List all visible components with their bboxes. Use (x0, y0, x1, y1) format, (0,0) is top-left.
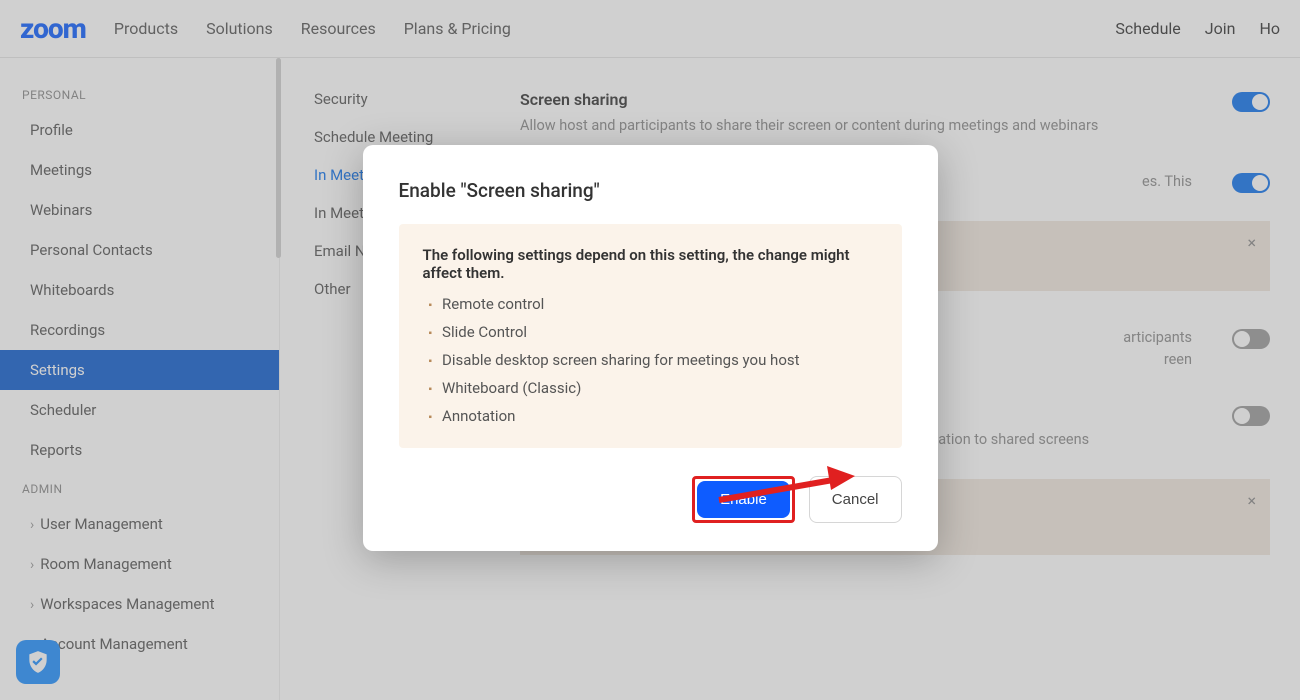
dep-item: Slide Control (429, 318, 878, 346)
modal-warning-lead: The following settings depend on this se… (423, 246, 850, 282)
dep-item: Annotation (429, 402, 878, 430)
enable-screen-sharing-modal: Enable "Screen sharing" The following se… (363, 145, 938, 551)
cancel-button[interactable]: Cancel (809, 476, 902, 523)
dep-item: Disable desktop screen sharing for meeti… (429, 346, 878, 374)
modal-warning-box: The following settings depend on this se… (399, 224, 902, 448)
dep-item: Remote control (429, 290, 878, 318)
modal-title: Enable "Screen sharing" (399, 179, 902, 202)
enable-button[interactable]: Enable (697, 481, 790, 518)
modal-overlay: Enable "Screen sharing" The following se… (0, 0, 1300, 700)
dep-item: Whiteboard (Classic) (429, 374, 878, 402)
highlight-enable: Enable (692, 476, 795, 523)
